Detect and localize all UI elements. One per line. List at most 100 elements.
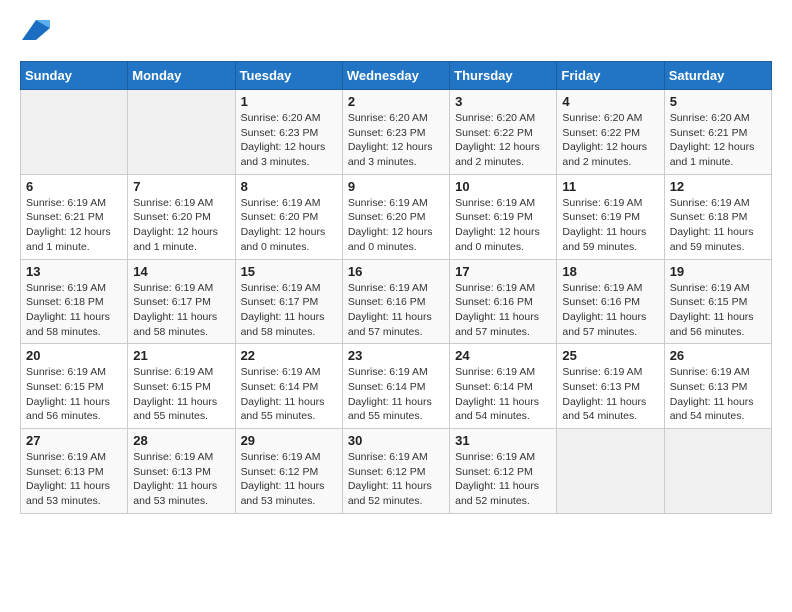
day-number: 18 [562,264,658,279]
day-number: 21 [133,348,229,363]
day-info: Sunrise: 6:20 AM Sunset: 6:21 PM Dayligh… [670,111,766,170]
weekday-header-friday: Friday [557,62,664,90]
calendar-cell: 19Sunrise: 6:19 AM Sunset: 6:15 PM Dayli… [664,259,771,344]
day-info: Sunrise: 6:19 AM Sunset: 6:15 PM Dayligh… [133,365,229,424]
calendar-cell: 17 Sunrise: 6:19 AM Sunset: 6:16 PM Dayli… [450,259,557,344]
day-number: 23 [348,348,444,363]
calendar-cell: 21 Sunrise: 6:19 AM Sunset: 6:15 PM Dayli… [128,344,235,429]
calendar-week-3: 13Sunrise: 6:19 AM Sunset: 6:18 PM Dayli… [21,259,772,344]
calendar-cell: 6 Sunrise: 6:19 AM Sunset: 6:21 PM Daylig… [21,174,128,259]
calendar-table: SundayMondayTuesdayWednesdayThursdayFrid… [20,61,772,514]
weekday-row: SundayMondayTuesdayWednesdayThursdayFrid… [21,62,772,90]
calendar-cell: 30 Sunrise: 6:19 AM Sunset: 6:12 PM Dayli… [342,429,449,514]
day-number: 6 [26,179,122,194]
calendar-cell: 4 Sunrise: 6:20 AM Sunset: 6:22 PM Daylig… [557,90,664,175]
calendar-body: 1 Sunrise: 6:20 AM Sunset: 6:23 PM Daylig… [21,90,772,514]
calendar-cell [557,429,664,514]
page-header [20,20,772,45]
day-number: 27 [26,433,122,448]
calendar-cell: 5 Sunrise: 6:20 AM Sunset: 6:21 PM Daylig… [664,90,771,175]
day-number: 3 [455,94,551,109]
weekday-header-wednesday: Wednesday [342,62,449,90]
day-number: 2 [348,94,444,109]
day-number: 9 [348,179,444,194]
calendar-cell: 11 Sunrise: 6:19 AM Sunset: 6:19 PM Dayli… [557,174,664,259]
day-info: Sunrise: 6:19 AM Sunset: 6:13 PM Dayligh… [26,450,122,509]
weekday-header-monday: Monday [128,62,235,90]
day-number: 19 [670,264,766,279]
calendar-cell: 12Sunrise: 6:19 AM Sunset: 6:18 PM Dayli… [664,174,771,259]
logo [20,20,50,45]
calendar-cell: 15Sunrise: 6:19 AM Sunset: 6:17 PM Dayli… [235,259,342,344]
day-info: Sunrise: 6:19 AM Sunset: 6:12 PM Dayligh… [241,450,337,509]
calendar-cell: 31 Sunrise: 6:19 AM Sunset: 6:12 PM Dayli… [450,429,557,514]
calendar-cell: 26Sunrise: 6:19 AM Sunset: 6:13 PM Dayli… [664,344,771,429]
day-number: 22 [241,348,337,363]
day-number: 1 [241,94,337,109]
day-number: 28 [133,433,229,448]
day-number: 20 [26,348,122,363]
day-info: Sunrise: 6:19 AM Sunset: 6:16 PM Dayligh… [348,281,444,340]
day-number: 31 [455,433,551,448]
day-number: 4 [562,94,658,109]
day-info: Sunrise: 6:19 AM Sunset: 6:17 PM Dayligh… [133,281,229,340]
day-number: 30 [348,433,444,448]
calendar-cell: 3 Sunrise: 6:20 AM Sunset: 6:22 PM Daylig… [450,90,557,175]
day-info: Sunrise: 6:19 AM Sunset: 6:14 PM Dayligh… [348,365,444,424]
day-info: Sunrise: 6:19 AM Sunset: 6:12 PM Dayligh… [455,450,551,509]
day-number: 29 [241,433,337,448]
calendar-week-1: 1 Sunrise: 6:20 AM Sunset: 6:23 PM Daylig… [21,90,772,175]
calendar-week-2: 6 Sunrise: 6:19 AM Sunset: 6:21 PM Daylig… [21,174,772,259]
calendar-cell: 24 Sunrise: 6:19 AM Sunset: 6:14 PM Dayli… [450,344,557,429]
calendar-week-5: 27 Sunrise: 6:19 AM Sunset: 6:13 PM Dayli… [21,429,772,514]
day-number: 10 [455,179,551,194]
day-number: 8 [241,179,337,194]
day-number: 7 [133,179,229,194]
day-number: 26 [670,348,766,363]
weekday-header-thursday: Thursday [450,62,557,90]
calendar-cell: 20 Sunrise: 6:19 AM Sunset: 6:15 PM Dayli… [21,344,128,429]
day-info: Sunrise: 6:19 AM Sunset: 6:18 PM Dayligh… [670,196,766,255]
calendar-week-4: 20 Sunrise: 6:19 AM Sunset: 6:15 PM Dayli… [21,344,772,429]
calendar-cell: 10Sunrise: 6:19 AM Sunset: 6:19 PM Dayli… [450,174,557,259]
day-info: Sunrise: 6:19 AM Sunset: 6:14 PM Dayligh… [241,365,337,424]
calendar-cell: 14 Sunrise: 6:19 AM Sunset: 6:17 PM Dayli… [128,259,235,344]
day-number: 5 [670,94,766,109]
calendar-cell: 25Sunrise: 6:19 AM Sunset: 6:13 PM Dayli… [557,344,664,429]
weekday-header-tuesday: Tuesday [235,62,342,90]
day-info: Sunrise: 6:19 AM Sunset: 6:21 PM Dayligh… [26,196,122,255]
day-info: Sunrise: 6:19 AM Sunset: 6:17 PM Dayligh… [241,281,337,340]
calendar-header: SundayMondayTuesdayWednesdayThursdayFrid… [21,62,772,90]
calendar-cell: 28 Sunrise: 6:19 AM Sunset: 6:13 PM Dayli… [128,429,235,514]
day-number: 25 [562,348,658,363]
calendar-cell: 29 Sunrise: 6:19 AM Sunset: 6:12 PM Dayli… [235,429,342,514]
calendar-cell: 23 Sunrise: 6:19 AM Sunset: 6:14 PM Dayli… [342,344,449,429]
calendar-cell [21,90,128,175]
day-info: Sunrise: 6:19 AM Sunset: 6:15 PM Dayligh… [26,365,122,424]
calendar-cell: 13Sunrise: 6:19 AM Sunset: 6:18 PM Dayli… [21,259,128,344]
day-number: 14 [133,264,229,279]
calendar-cell: 1 Sunrise: 6:20 AM Sunset: 6:23 PM Daylig… [235,90,342,175]
day-info: Sunrise: 6:19 AM Sunset: 6:20 PM Dayligh… [241,196,337,255]
calendar-cell: 22 Sunrise: 6:19 AM Sunset: 6:14 PM Dayli… [235,344,342,429]
day-info: Sunrise: 6:20 AM Sunset: 6:22 PM Dayligh… [455,111,551,170]
logo-text [20,20,50,45]
day-info: Sunrise: 6:19 AM Sunset: 6:12 PM Dayligh… [348,450,444,509]
day-info: Sunrise: 6:19 AM Sunset: 6:14 PM Dayligh… [455,365,551,424]
day-info: Sunrise: 6:19 AM Sunset: 6:19 PM Dayligh… [562,196,658,255]
day-number: 13 [26,264,122,279]
calendar-cell: 8 Sunrise: 6:19 AM Sunset: 6:20 PM Daylig… [235,174,342,259]
day-number: 11 [562,179,658,194]
day-number: 17 [455,264,551,279]
weekday-header-saturday: Saturday [664,62,771,90]
day-info: Sunrise: 6:19 AM Sunset: 6:13 PM Dayligh… [133,450,229,509]
day-info: Sunrise: 6:19 AM Sunset: 6:16 PM Dayligh… [455,281,551,340]
calendar-cell: 16Sunrise: 6:19 AM Sunset: 6:16 PM Dayli… [342,259,449,344]
day-info: Sunrise: 6:20 AM Sunset: 6:23 PM Dayligh… [348,111,444,170]
calendar-cell: 2 Sunrise: 6:20 AM Sunset: 6:23 PM Daylig… [342,90,449,175]
day-info: Sunrise: 6:20 AM Sunset: 6:22 PM Dayligh… [562,111,658,170]
calendar-cell [664,429,771,514]
day-info: Sunrise: 6:20 AM Sunset: 6:23 PM Dayligh… [241,111,337,170]
day-number: 24 [455,348,551,363]
day-info: Sunrise: 6:19 AM Sunset: 6:16 PM Dayligh… [562,281,658,340]
